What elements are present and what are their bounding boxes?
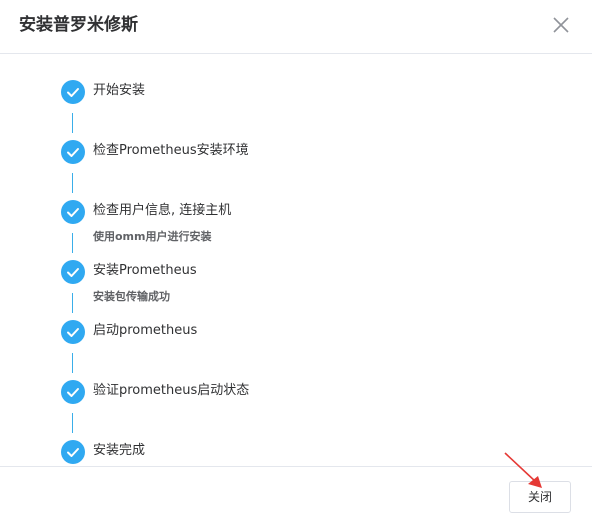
step-6-title: 验证prometheus启动状态	[93, 383, 250, 398]
step-3-description: 使用omm用户进行安装	[93, 230, 212, 243]
step-7-check-icon	[61, 440, 85, 464]
close-button[interactable]: 关闭	[509, 481, 571, 513]
step-1-title: 开始安装	[93, 83, 146, 98]
step-4-title: 安装Prometheus	[93, 263, 197, 278]
step-4-check-icon	[61, 260, 85, 284]
step-3-check-icon	[61, 200, 85, 224]
step-1-connector	[72, 113, 73, 133]
step-2-connector	[72, 173, 73, 193]
step-1-check-icon	[61, 80, 85, 104]
install-dialog: 安装普罗米修斯 开始安装 检查Prometheus安装环境 检查用户信息, 连接…	[0, 0, 592, 525]
step-4-description: 安装包传输成功	[93, 290, 170, 303]
step-3-title: 检查用户信息, 连接主机	[93, 203, 232, 218]
dialog-header: 安装普罗米修斯	[0, 0, 592, 54]
dialog-body: 开始安装 检查Prometheus安装环境 检查用户信息, 连接主机 使用omm…	[0, 54, 592, 466]
step-2-title: 检查Prometheus安装环境	[93, 143, 249, 158]
step-7-title: 安装完成	[93, 443, 146, 458]
step-4-connector	[72, 293, 73, 313]
step-5-connector	[72, 353, 73, 373]
step-6-check-icon	[61, 380, 85, 404]
step-5-check-icon	[61, 320, 85, 344]
step-3-connector	[72, 233, 73, 253]
close-icon[interactable]	[551, 15, 571, 35]
dialog-title: 安装普罗米修斯	[19, 15, 138, 35]
step-2-check-icon	[61, 140, 85, 164]
dialog-footer	[0, 466, 592, 525]
step-5-title: 启动prometheus	[93, 323, 198, 338]
step-6-connector	[72, 413, 73, 433]
